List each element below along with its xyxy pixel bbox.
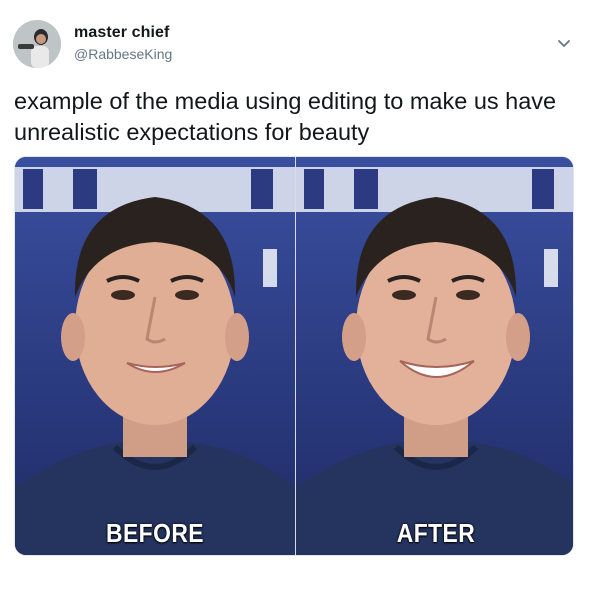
- tweet-text: example of the media using editing to ma…: [14, 88, 557, 145]
- avatar-image: [13, 20, 61, 68]
- tweet-media[interactable]: BEFORE AFTER: [14, 156, 574, 556]
- chevron-down-icon[interactable]: [555, 35, 573, 53]
- tweet: master chief @RabbeseKing example of the…: [0, 0, 594, 590]
- before-caption: BEFORE: [106, 518, 204, 548]
- after-image: AFTER: [296, 157, 573, 555]
- avatar[interactable]: [13, 20, 61, 68]
- author-name[interactable]: master chief: [74, 24, 169, 42]
- before-image: BEFORE: [15, 157, 295, 555]
- after-caption: AFTER: [396, 518, 476, 548]
- author-handle[interactable]: @RabbeseKing: [74, 46, 172, 62]
